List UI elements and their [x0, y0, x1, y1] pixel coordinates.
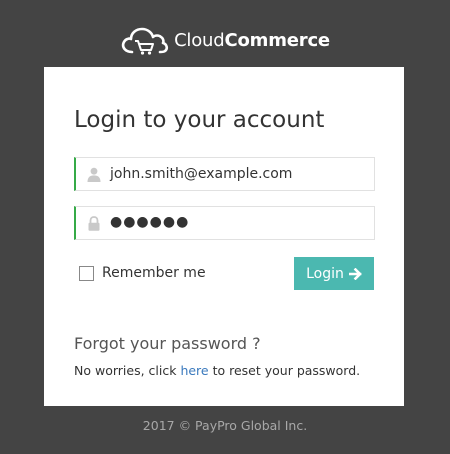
reset-password-text: No worries, click here to reset your pas…	[74, 363, 360, 378]
password-field[interactable]: ●●●●●●	[74, 206, 375, 240]
brand-logo: CloudCommerce	[0, 22, 450, 58]
password-value: ●●●●●●	[110, 214, 190, 230]
brand-name-part2: Commerce	[224, 29, 330, 51]
forgot-password-title: Forgot your password ?	[74, 334, 261, 353]
login-button-label: Login	[306, 265, 344, 282]
login-button[interactable]: Login	[294, 257, 374, 290]
login-title: Login to your account	[74, 107, 325, 133]
copyright-footer: 2017 © PayPro Global Inc.	[142, 418, 308, 433]
brand-name: CloudCommerce	[174, 30, 330, 51]
brand-name-part1: Cloud	[174, 29, 225, 51]
lock-icon	[88, 216, 100, 231]
reset-text-after: to reset your password.	[208, 363, 361, 378]
arrow-right-icon	[348, 267, 362, 280]
reset-text-before: No worries, click	[74, 363, 181, 378]
login-card: Login to your account john.smith@example…	[44, 67, 404, 406]
remember-me[interactable]: Remember me	[79, 265, 206, 281]
user-icon	[87, 167, 101, 182]
remember-label[interactable]: Remember me	[102, 265, 206, 281]
username-value: john.smith@example.com	[110, 166, 293, 182]
remember-checkbox[interactable]	[79, 265, 94, 281]
username-field[interactable]: john.smith@example.com	[74, 157, 375, 191]
reset-password-link[interactable]: here	[180, 363, 208, 378]
cloud-cart-icon	[121, 27, 169, 55]
